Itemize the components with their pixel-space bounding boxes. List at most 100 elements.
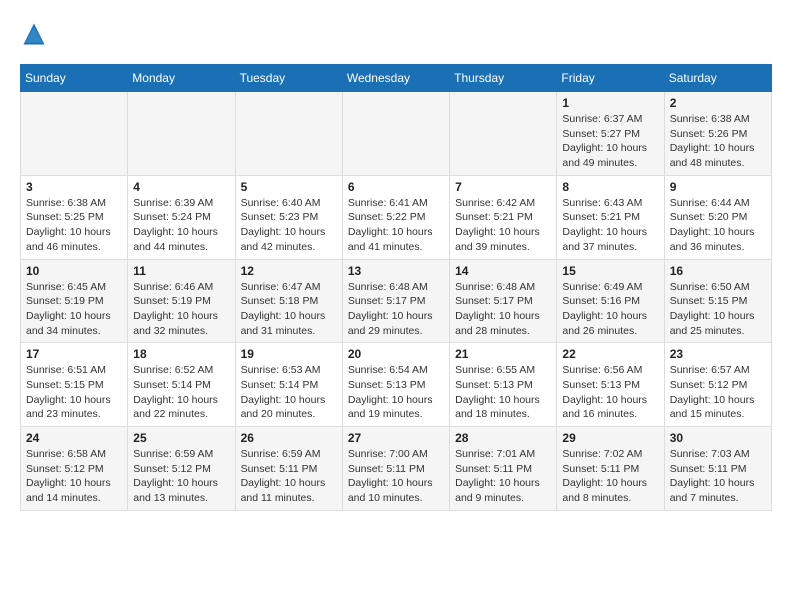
day-number: 22 [562, 347, 658, 361]
calendar-day-cell: 16 Sunrise: 6:50 AM Sunset: 5:15 PM Dayli… [664, 259, 771, 343]
day-info: Sunrise: 6:38 AM Sunset: 5:26 PM Dayligh… [670, 112, 766, 171]
calendar-day-cell: 7 Sunrise: 6:42 AM Sunset: 5:21 PM Daylig… [450, 175, 557, 259]
day-info: Sunrise: 6:46 AM Sunset: 5:19 PM Dayligh… [133, 280, 229, 339]
calendar-day-cell: 21Sunrise: 6:55 AM Sunset: 5:13 PM Dayli… [450, 343, 557, 427]
calendar-day-cell: 19 Sunrise: 6:53 AM Sunset: 5:14 PM Dayli… [235, 343, 342, 427]
day-number: 7 [455, 180, 551, 194]
day-number: 16 [670, 264, 766, 278]
day-number: 3 [26, 180, 122, 194]
calendar-day-cell: 6Sunrise: 6:41 AM Sunset: 5:22 PM Daylig… [342, 175, 449, 259]
day-number: 20 [348, 347, 444, 361]
day-info: Sunrise: 6:37 AM Sunset: 5:27 PM Dayligh… [562, 112, 658, 171]
day-number: 17 [26, 347, 122, 361]
calendar-day-cell [450, 92, 557, 176]
calendar-day-cell: 2 Sunrise: 6:38 AM Sunset: 5:26 PM Daylig… [664, 92, 771, 176]
day-number: 14 [455, 264, 551, 278]
day-number: 12 [241, 264, 337, 278]
day-number: 18 [133, 347, 229, 361]
calendar-day-cell [235, 92, 342, 176]
calendar-day-cell: 15Sunrise: 6:49 AM Sunset: 5:16 PM Dayli… [557, 259, 664, 343]
day-number: 9 [670, 180, 766, 194]
day-info: Sunrise: 6:52 AM Sunset: 5:14 PM Dayligh… [133, 363, 229, 422]
calendar-day-cell: 20Sunrise: 6:54 AM Sunset: 5:13 PM Dayli… [342, 343, 449, 427]
day-number: 24 [26, 431, 122, 445]
calendar-day-cell: 4Sunrise: 6:39 AM Sunset: 5:24 PM Daylig… [128, 175, 235, 259]
weekday-header-cell: Tuesday [235, 65, 342, 92]
day-info: Sunrise: 6:41 AM Sunset: 5:22 PM Dayligh… [348, 196, 444, 255]
calendar-table: SundayMondayTuesdayWednesdayThursdayFrid… [20, 64, 772, 511]
day-number: 13 [348, 264, 444, 278]
day-number: 19 [241, 347, 337, 361]
calendar-week-row: 24 Sunrise: 6:58 AM Sunset: 5:12 PM Dayli… [21, 427, 772, 511]
calendar-day-cell: 3 Sunrise: 6:38 AM Sunset: 5:25 PM Daylig… [21, 175, 128, 259]
day-number: 10 [26, 264, 122, 278]
day-number: 2 [670, 96, 766, 110]
day-number: 30 [670, 431, 766, 445]
weekday-header-cell: Sunday [21, 65, 128, 92]
day-info: Sunrise: 6:47 AM Sunset: 5:18 PM Dayligh… [241, 280, 337, 339]
calendar-week-row: 1 Sunrise: 6:37 AM Sunset: 5:27 PM Daylig… [21, 92, 772, 176]
calendar-day-cell: 23 Sunrise: 6:57 AM Sunset: 5:12 PM Dayli… [664, 343, 771, 427]
day-info: Sunrise: 7:03 AM Sunset: 5:11 PM Dayligh… [670, 447, 766, 506]
calendar-day-cell: 13Sunrise: 6:48 AM Sunset: 5:17 PM Dayli… [342, 259, 449, 343]
calendar-day-cell [21, 92, 128, 176]
calendar-day-cell: 17 Sunrise: 6:51 AM Sunset: 5:15 PM Dayli… [21, 343, 128, 427]
day-info: Sunrise: 6:53 AM Sunset: 5:14 PM Dayligh… [241, 363, 337, 422]
day-number: 27 [348, 431, 444, 445]
day-info: Sunrise: 6:57 AM Sunset: 5:12 PM Dayligh… [670, 363, 766, 422]
weekday-header-cell: Wednesday [342, 65, 449, 92]
day-info: Sunrise: 6:38 AM Sunset: 5:25 PM Dayligh… [26, 196, 122, 255]
calendar-header: SundayMondayTuesdayWednesdayThursdayFrid… [21, 65, 772, 92]
day-info: Sunrise: 6:59 AM Sunset: 5:11 PM Dayligh… [241, 447, 337, 506]
day-info: Sunrise: 6:42 AM Sunset: 5:21 PM Dayligh… [455, 196, 551, 255]
day-number: 5 [241, 180, 337, 194]
day-info: Sunrise: 6:50 AM Sunset: 5:15 PM Dayligh… [670, 280, 766, 339]
page-header [20, 20, 772, 48]
weekday-header-cell: Monday [128, 65, 235, 92]
weekday-header-row: SundayMondayTuesdayWednesdayThursdayFrid… [21, 65, 772, 92]
day-info: Sunrise: 6:39 AM Sunset: 5:24 PM Dayligh… [133, 196, 229, 255]
weekday-header-cell: Saturday [664, 65, 771, 92]
calendar-day-cell: 1 Sunrise: 6:37 AM Sunset: 5:27 PM Daylig… [557, 92, 664, 176]
day-number: 8 [562, 180, 658, 194]
calendar-day-cell: 8 Sunrise: 6:43 AM Sunset: 5:21 PM Daylig… [557, 175, 664, 259]
weekday-header-cell: Thursday [450, 65, 557, 92]
calendar-day-cell: 30 Sunrise: 7:03 AM Sunset: 5:11 PM Dayli… [664, 427, 771, 511]
calendar-day-cell: 28Sunrise: 7:01 AM Sunset: 5:11 PM Dayli… [450, 427, 557, 511]
day-info: Sunrise: 7:00 AM Sunset: 5:11 PM Dayligh… [348, 447, 444, 506]
calendar-day-cell: 9 Sunrise: 6:44 AM Sunset: 5:20 PM Daylig… [664, 175, 771, 259]
logo [20, 20, 52, 48]
calendar-day-cell: 29Sunrise: 7:02 AM Sunset: 5:11 PM Dayli… [557, 427, 664, 511]
calendar-body: 1 Sunrise: 6:37 AM Sunset: 5:27 PM Daylig… [21, 92, 772, 511]
day-number: 1 [562, 96, 658, 110]
calendar-day-cell: 14 Sunrise: 6:48 AM Sunset: 5:17 PM Dayli… [450, 259, 557, 343]
calendar-week-row: 10 Sunrise: 6:45 AM Sunset: 5:19 PM Dayli… [21, 259, 772, 343]
calendar-day-cell [128, 92, 235, 176]
calendar-week-row: 3 Sunrise: 6:38 AM Sunset: 5:25 PM Daylig… [21, 175, 772, 259]
calendar-day-cell: 18 Sunrise: 6:52 AM Sunset: 5:14 PM Dayli… [128, 343, 235, 427]
day-number: 23 [670, 347, 766, 361]
day-info: Sunrise: 6:58 AM Sunset: 5:12 PM Dayligh… [26, 447, 122, 506]
calendar-day-cell: 25Sunrise: 6:59 AM Sunset: 5:12 PM Dayli… [128, 427, 235, 511]
calendar-week-row: 17 Sunrise: 6:51 AM Sunset: 5:15 PM Dayli… [21, 343, 772, 427]
day-info: Sunrise: 6:48 AM Sunset: 5:17 PM Dayligh… [455, 280, 551, 339]
day-number: 28 [455, 431, 551, 445]
calendar-day-cell: 11Sunrise: 6:46 AM Sunset: 5:19 PM Dayli… [128, 259, 235, 343]
calendar-day-cell [342, 92, 449, 176]
day-info: Sunrise: 6:59 AM Sunset: 5:12 PM Dayligh… [133, 447, 229, 506]
day-info: Sunrise: 6:40 AM Sunset: 5:23 PM Dayligh… [241, 196, 337, 255]
calendar-day-cell: 24 Sunrise: 6:58 AM Sunset: 5:12 PM Dayli… [21, 427, 128, 511]
day-number: 15 [562, 264, 658, 278]
day-info: Sunrise: 6:51 AM Sunset: 5:15 PM Dayligh… [26, 363, 122, 422]
day-info: Sunrise: 6:45 AM Sunset: 5:19 PM Dayligh… [26, 280, 122, 339]
calendar-day-cell: 10 Sunrise: 6:45 AM Sunset: 5:19 PM Dayli… [21, 259, 128, 343]
day-number: 26 [241, 431, 337, 445]
calendar-day-cell: 26 Sunrise: 6:59 AM Sunset: 5:11 PM Dayli… [235, 427, 342, 511]
day-info: Sunrise: 6:56 AM Sunset: 5:13 PM Dayligh… [562, 363, 658, 422]
day-info: Sunrise: 6:43 AM Sunset: 5:21 PM Dayligh… [562, 196, 658, 255]
weekday-header-cell: Friday [557, 65, 664, 92]
calendar-day-cell: 12 Sunrise: 6:47 AM Sunset: 5:18 PM Dayli… [235, 259, 342, 343]
logo-icon [20, 20, 48, 48]
day-info: Sunrise: 6:44 AM Sunset: 5:20 PM Dayligh… [670, 196, 766, 255]
day-number: 21 [455, 347, 551, 361]
